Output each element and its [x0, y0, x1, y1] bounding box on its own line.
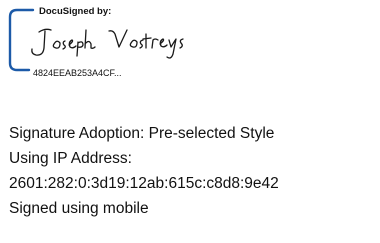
ip-label: Using IP Address:: [9, 150, 132, 167]
handwritten-signature: [31, 28, 184, 59]
envelope-id: 4824EEAB253A4CF...: [31, 68, 124, 79]
signature-details: Signature Adoption: Pre-selected Style U…: [9, 121, 379, 221]
docusigned-by-label: DocuSigned by:: [37, 6, 114, 18]
docusign-signature-block: DocuSigned by: 4824EEAB253A4CF...: [7, 4, 207, 79]
adoption-text: Signature Adoption: Pre-selected Style: [9, 125, 275, 142]
ip-address: 2601:282:0:3d19:12ab:615c:c8d8:9e42: [9, 175, 279, 192]
signing-method: Signed using mobile: [9, 200, 149, 217]
